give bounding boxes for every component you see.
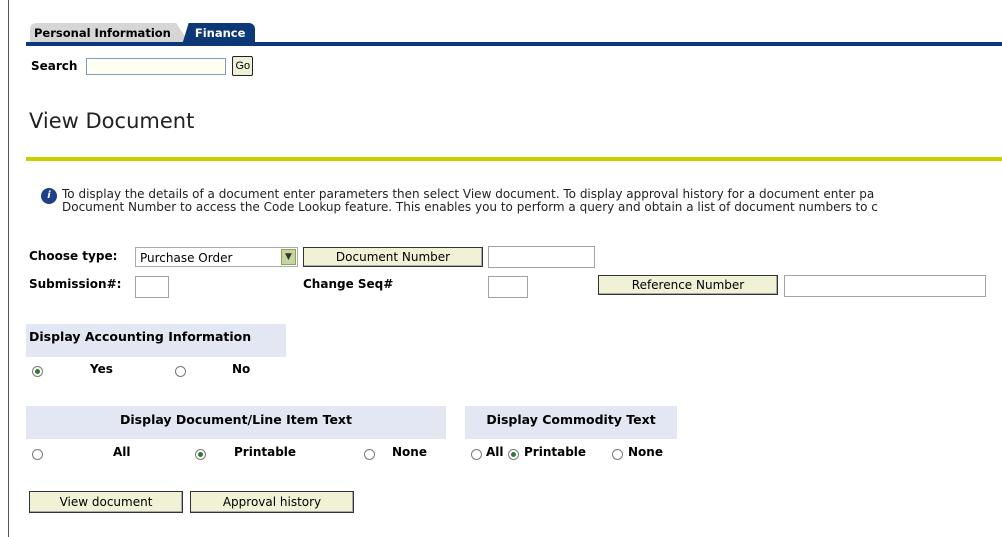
accounting-no-radio[interactable]: [175, 366, 186, 377]
commodity-all-radio[interactable]: [471, 449, 482, 460]
submission-input[interactable]: [135, 276, 169, 298]
commodity-printable-radio[interactable]: [508, 449, 519, 460]
line-item-none-radio[interactable]: [364, 449, 375, 460]
search-input[interactable]: [86, 57, 227, 75]
accounting-no-label: No: [232, 362, 251, 376]
line-item-all-radio[interactable]: [32, 449, 43, 460]
commodity-printable-label: Printable: [524, 445, 587, 459]
tab-personal-information[interactable]: Personal Information: [30, 23, 189, 42]
document-type-select[interactable]: Purchase Order ▼: [135, 247, 298, 267]
left-border: [8, 0, 9, 537]
reference-number-input[interactable]: [784, 275, 986, 297]
chevron-down-icon[interactable]: ▼: [281, 249, 296, 265]
document-number-input[interactable]: [488, 246, 595, 268]
line-item-none-label: None: [392, 445, 427, 459]
go-button[interactable]: Go: [232, 56, 254, 76]
view-document-button[interactable]: View document: [29, 491, 183, 513]
tab-finance[interactable]: Finance: [182, 23, 256, 42]
submission-label: Submission#:: [29, 277, 122, 291]
document-type-selected: Purchase Order: [140, 251, 233, 265]
line-item-printable-label: Printable: [234, 445, 297, 459]
choose-type-label: Choose type:: [29, 249, 118, 263]
approval-history-button[interactable]: Approval history: [190, 491, 354, 513]
line-item-text-heading: Display Document/Line Item Text: [26, 406, 446, 439]
commodity-none-radio[interactable]: [612, 449, 623, 460]
info-text: To display the details of a document ent…: [62, 188, 1002, 214]
page-title: View Document: [29, 109, 195, 133]
info-line-2: Document Number to access the Code Looku…: [62, 200, 878, 214]
line-item-printable-radio[interactable]: [195, 449, 206, 460]
commodity-all-label: All: [486, 445, 504, 459]
commodity-none-label: None: [628, 445, 663, 459]
tab-strip: Personal Information Finance: [30, 23, 256, 42]
tab-underline: [26, 42, 1002, 46]
search-label: Search: [31, 59, 78, 73]
change-seq-label: Change Seq#: [303, 277, 394, 291]
accounting-heading: Display Accounting Information: [26, 324, 286, 357]
document-number-button[interactable]: Document Number: [303, 247, 483, 267]
title-divider: [26, 157, 1002, 161]
reference-number-button[interactable]: Reference Number: [598, 275, 778, 295]
change-seq-input[interactable]: [488, 276, 528, 298]
search-row: Search Go: [31, 56, 254, 76]
accounting-yes-radio[interactable]: [32, 366, 43, 377]
commodity-text-heading: Display Commodity Text: [465, 406, 677, 439]
line-item-all-label: All: [113, 445, 131, 459]
info-icon: i: [41, 188, 57, 204]
accounting-yes-label: Yes: [90, 362, 113, 376]
